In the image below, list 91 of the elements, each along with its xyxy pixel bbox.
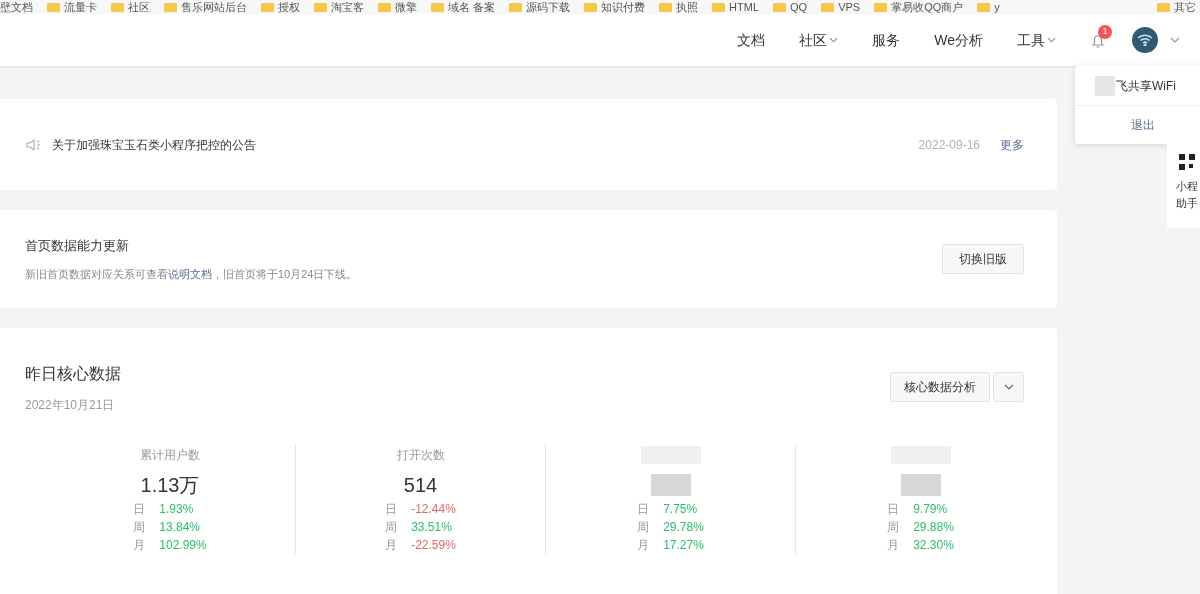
metric-value: 514 — [403, 473, 438, 498]
blurred-avatar — [1095, 75, 1115, 96]
avatar[interactable] — [1132, 27, 1158, 53]
bookmark[interactable]: 壁文档 — [0, 0, 33, 14]
switch-version-button[interactable]: 切换旧版 — [942, 244, 1024, 274]
change-value: 33.51% — [411, 519, 452, 536]
more-link[interactable]: 更多 — [1000, 135, 1024, 154]
bookmark[interactable]: QQ — [773, 0, 808, 14]
change-value: 13.84% — [159, 519, 200, 536]
bookmark[interactable]: 流量卡 — [47, 0, 97, 14]
section-date: 2022年10月21日 — [25, 397, 116, 414]
change-value: 29.78% — [663, 519, 704, 536]
nav-link[interactable]: 文档 — [737, 29, 766, 51]
nav-link[interactable]: 社区 — [799, 29, 839, 51]
bookmark[interactable]: y — [977, 0, 1000, 14]
notification-badge: 1 — [1098, 25, 1112, 39]
logout-link[interactable]: 退出 — [1075, 106, 1200, 144]
core-analysis-button[interactable]: 核心数据分析 — [890, 372, 990, 402]
nav-link[interactable]: 工具 — [1017, 29, 1056, 51]
folder-icon — [164, 2, 177, 12]
folder-icon — [261, 2, 274, 12]
side-label: 助手 — [1176, 196, 1198, 211]
period-label: 日 — [385, 501, 398, 518]
bookmark[interactable]: 淘宝客 — [314, 0, 364, 14]
folder-icon — [314, 2, 327, 12]
bookmark[interactable]: 域名 备案 — [431, 0, 496, 14]
docs-link[interactable]: 说明文档 — [168, 267, 212, 280]
side-label: 小程 — [1176, 179, 1198, 194]
folder-icon — [874, 2, 888, 12]
change-value: 1.93% — [159, 501, 194, 518]
period-label: 月 — [133, 537, 146, 554]
period-label: 月 — [887, 537, 900, 554]
change-value: 7.75% — [663, 501, 698, 518]
change-value: 32.30% — [913, 537, 954, 554]
folder-icon — [47, 2, 60, 12]
period-label: 日 — [637, 501, 650, 518]
wifi-icon — [1137, 34, 1153, 46]
bookmark[interactable]: VPS — [821, 0, 861, 14]
folder-icon — [659, 2, 673, 12]
folder-icon — [378, 2, 391, 12]
folder-icon — [111, 2, 124, 12]
folder-icon — [821, 2, 835, 12]
period-label: 周 — [385, 519, 398, 536]
nav-link[interactable]: We分析 — [934, 29, 983, 51]
chevron-down-icon — [1003, 384, 1014, 390]
update-description: 新旧首页数据对应关系可查看说明文档，旧首页将于10月24日下线。 — [25, 266, 358, 282]
bookmark[interactable]: 掌易收QQ商户 — [874, 0, 964, 14]
folder-icon — [773, 2, 786, 12]
period-label: 月 — [385, 537, 398, 554]
metric-label: 累计用户数 — [140, 447, 200, 464]
change-value: 17.27% — [663, 537, 704, 554]
change-value: 9.79% — [913, 501, 948, 518]
bookmark[interactable]: 微擎 — [378, 0, 417, 14]
notice-date: 2022-09-16 — [918, 136, 980, 154]
change-value: 102.99% — [159, 537, 207, 554]
nav-link[interactable]: 服务 — [872, 29, 901, 51]
change-value: -22.59% — [411, 537, 456, 554]
change-value: 29.88% — [913, 519, 954, 536]
bookmark[interactable]: 源码下载 — [509, 0, 571, 14]
bookmark[interactable]: 执照 — [659, 0, 699, 14]
period-label: 周 — [887, 519, 900, 536]
bookmark[interactable]: HTML — [712, 0, 759, 14]
folder-icon — [1157, 2, 1170, 12]
bookmark[interactable]: 社区 — [111, 0, 150, 14]
period-label: 月 — [637, 537, 650, 554]
bookmark[interactable]: 知识付费 — [584, 0, 646, 14]
qr-code-icon[interactable] — [1179, 154, 1195, 170]
period-label: 日 — [887, 501, 900, 518]
blurred-block — [650, 474, 691, 496]
update-title: 首页数据能力更新 — [25, 237, 130, 255]
folder-icon — [584, 2, 598, 12]
metric-label: 打开次数 — [396, 447, 445, 464]
blurred-block — [900, 474, 941, 496]
bookmark[interactable]: 授权 — [261, 0, 300, 14]
folder-icon — [712, 2, 726, 12]
section-title: 昨日核心数据 — [25, 364, 121, 384]
period-label: 周 — [637, 519, 650, 536]
bookmark[interactable]: 其它 — [1157, 0, 1200, 14]
chevron-down-icon — [1170, 37, 1180, 43]
folder-icon — [509, 2, 523, 12]
bell-icon[interactable] — [1090, 33, 1106, 49]
bookmark[interactable]: 售乐网站后台 — [164, 0, 247, 14]
notice-title[interactable]: 关于加强珠宝玉石类小程序把控的公告 — [52, 135, 256, 154]
folder-icon — [977, 2, 991, 12]
change-value: -12.44% — [411, 501, 456, 518]
metric-value: 1.13万 — [140, 473, 200, 498]
period-label: 周 — [133, 519, 146, 536]
speaker-icon — [26, 137, 42, 152]
period-label: 日 — [133, 501, 146, 518]
account-name: 飞共享WiFi — [1116, 77, 1176, 95]
folder-icon — [431, 2, 444, 12]
